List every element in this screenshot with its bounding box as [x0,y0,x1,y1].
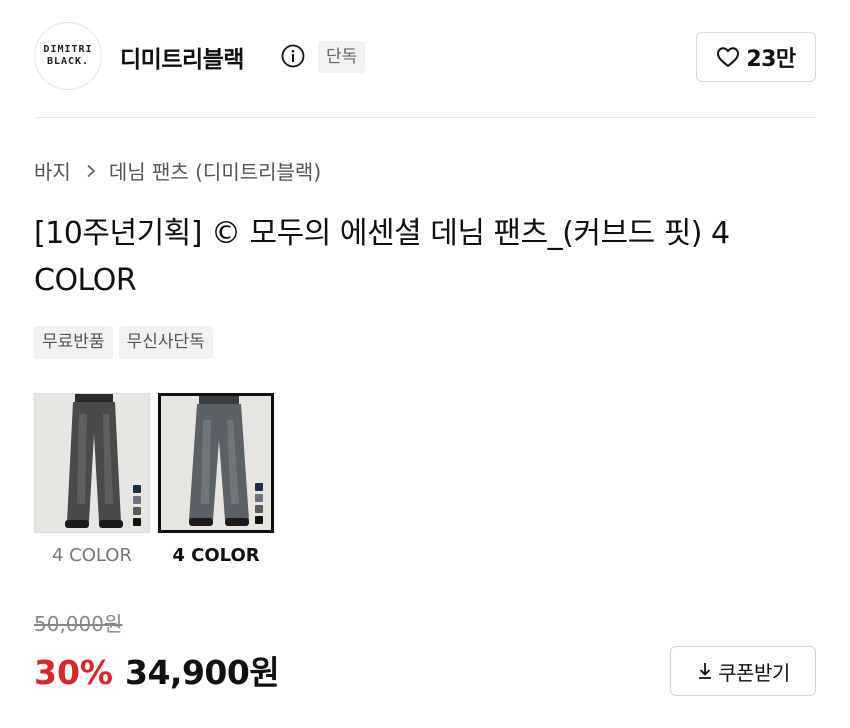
tag-musinsa-exclusive: 무신사단독 [118,326,213,359]
product-thumbnail [158,393,274,533]
info-icon[interactable] [281,44,305,68]
price-row: 30% 34,900원 [34,646,280,694]
coupon-download-button[interactable]: 쿠폰받기 [670,646,816,696]
download-icon [699,663,712,679]
coupon-label: 쿠폰받기 [718,660,790,685]
color-option-1[interactable]: 4 COLOR [34,393,150,566]
exclusive-badge: 단독 [318,41,366,73]
product-title: [10주년기획] © 모두의 에센셜 데님 팬츠_(커브드 핏) 4 COLOR [34,216,730,298]
color-swatches [133,485,141,526]
swatch [255,516,263,524]
brand-logo-line-2: BLACK. [46,56,90,67]
heart-icon [717,47,740,67]
discount-rate: 30% [34,653,113,692]
brand-bar: DIMITRI BLACK. 디미트리블랙 단독 23만 [34,22,816,92]
swatch [133,518,141,526]
swatch [255,483,263,491]
tag-free-return: 무료반품 [34,326,113,359]
breadcrumb-subcategory[interactable]: 데님 팬츠 (디미트리블랙) [109,156,321,185]
swatch [133,507,141,515]
color-swatches [255,483,263,524]
option-label-selected: 4 COLOR [172,545,260,566]
swatch [133,496,141,504]
breadcrumb-category[interactable]: 바지 [34,156,71,185]
chevron-right-icon [87,164,96,177]
product-thumbnail [34,393,150,533]
product-tags: 무료반품 무신사단독 [34,326,213,359]
brand-name[interactable]: 디미트리블랙 [120,40,244,74]
swatch [255,494,263,502]
brand-logo-line-1: DIMITRI [43,44,93,55]
swatch [133,485,141,493]
sale-price: 34,900원 [125,653,280,692]
swatch [255,505,263,513]
like-button[interactable]: 23만 [696,32,816,82]
color-option-2[interactable]: 4 COLOR [158,393,274,566]
color-options: 4 COLOR 4 COLOR [34,393,274,566]
brand-logo[interactable]: DIMITRI BLACK. [34,22,102,90]
like-count: 23만 [746,47,796,72]
breadcrumb: 바지 데님 팬츠 (디미트리블랙) [34,156,321,185]
option-label: 4 COLOR [52,545,132,566]
original-price: 50,000원 [34,612,123,636]
divider [34,117,816,118]
